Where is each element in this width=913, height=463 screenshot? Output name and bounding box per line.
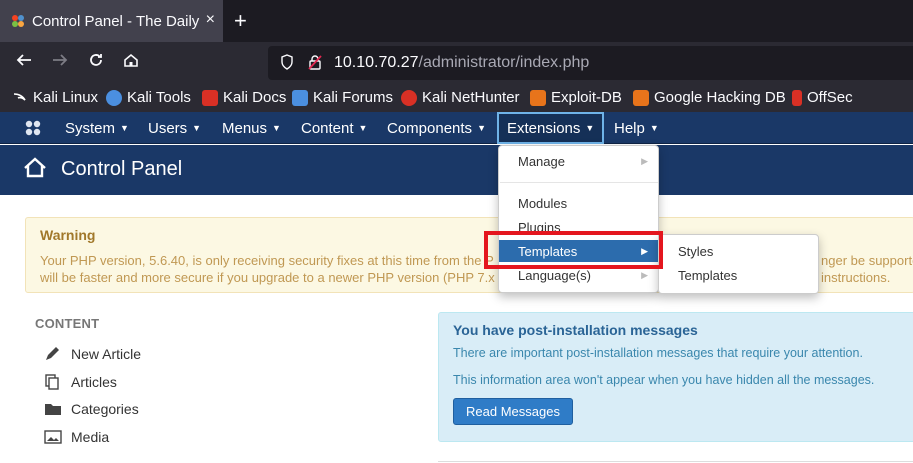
kali-tools-icon <box>106 89 122 106</box>
joomla-logo-icon[interactable] <box>24 119 42 142</box>
menu-content[interactable]: Content ▼ <box>293 112 375 144</box>
submenu-arrow-icon: ▶ <box>641 269 648 280</box>
home-icon[interactable] <box>119 51 143 74</box>
exploit-db-icon <box>530 89 546 106</box>
image-icon <box>44 429 62 445</box>
bookmark-google-hacking-db[interactable]: Google Hacking DB <box>633 89 786 106</box>
bookmark-kali-nethunter[interactable]: Kali NetHunter <box>401 89 520 106</box>
kali-linux-icon <box>12 90 28 106</box>
new-tab-icon[interactable]: + <box>234 8 247 34</box>
warning-line-2-end[interactable]: instructions. <box>821 270 890 285</box>
browser-nav-bar: 10.10.70.27/administrator/index.php <box>0 42 913 84</box>
offsec-icon <box>792 89 802 106</box>
submenu-item-styles[interactable]: Styles <box>659 240 818 262</box>
bookmarks-bar: Kali Linux Kali Tools Kali Docs Kali For… <box>0 84 913 112</box>
menu-system[interactable]: System ▼ <box>57 112 137 144</box>
kali-docs-icon <box>202 89 218 106</box>
warning-line-1-end: nger be supporte <box>821 253 913 268</box>
browser-tab[interactable]: Control Panel - The Daily × <box>0 0 223 42</box>
submenu-arrow-icon: ▶ <box>641 155 648 166</box>
bookmark-kali-tools[interactable]: Kali Tools <box>106 89 191 106</box>
sidebar-item-media[interactable]: Media <box>44 429 109 445</box>
google-hacking-db-icon <box>633 89 649 106</box>
page-title: Control Panel <box>61 158 183 180</box>
bookmark-kali-forums[interactable]: Kali Forums <box>292 89 393 106</box>
home-outline-icon <box>22 156 48 180</box>
post-install-text-1: There are important post-installation me… <box>453 346 863 360</box>
caret-down-icon: ▼ <box>120 123 129 133</box>
caret-down-icon: ▼ <box>585 123 595 133</box>
sidebar-item-categories[interactable]: Categories <box>44 401 139 417</box>
caret-down-icon: ▼ <box>477 123 486 133</box>
caret-down-icon: ▼ <box>649 123 659 133</box>
sidebar-item-new-article[interactable]: New Article <box>44 346 141 362</box>
submenu-item-templates[interactable]: Templates <box>659 264 818 286</box>
sidebar-heading-content: CONTENT <box>35 316 100 331</box>
caret-down-icon: ▼ <box>192 123 202 133</box>
tab-close-icon[interactable]: × <box>206 11 215 29</box>
page-header: Control Panel <box>0 145 913 195</box>
templates-submenu: Styles Templates <box>658 234 819 294</box>
menu-users[interactable]: Users ▼ <box>140 112 209 144</box>
kali-nethunter-icon <box>401 89 417 106</box>
warning-line-2: will be faster and more secure if you up… <box>40 270 495 285</box>
shield-icon[interactable] <box>278 53 296 73</box>
url-path: /administrator/index.php <box>418 54 590 71</box>
extensions-dropdown: Manage ▶ Modules Plugins Templates ▶ Lan… <box>498 145 659 293</box>
reload-icon[interactable] <box>84 51 108 74</box>
bookmark-offsec[interactable]: OffSec <box>792 89 853 106</box>
caret-down-icon: ▼ <box>272 123 281 133</box>
menu-components[interactable]: Components ▼ <box>379 112 494 144</box>
dropdown-item-manage[interactable]: Manage ▶ <box>499 150 658 172</box>
copy-icon <box>44 374 62 390</box>
warning-title: Warning <box>40 227 96 243</box>
back-arrow-icon[interactable] <box>12 51 36 74</box>
url-bar[interactable]: 10.10.70.27/administrator/index.php <box>268 46 913 80</box>
pencil-icon <box>44 346 62 362</box>
caret-down-icon: ▼ <box>358 123 368 133</box>
warning-line-1: Your PHP version, 5.6.40, is only receiv… <box>40 253 494 268</box>
post-install-title: You have post-installation messages <box>453 322 698 338</box>
annotation-highlight-box <box>484 231 663 269</box>
dropdown-divider <box>500 182 658 183</box>
joomla-admin-menu: System ▼ Users ▼ Menus ▼ Content ▼ Component… <box>0 112 913 144</box>
sidebar-item-articles[interactable]: Articles <box>44 374 117 390</box>
joomla-favicon-icon <box>10 13 26 29</box>
bookmark-exploit-db[interactable]: Exploit-DB <box>530 89 622 106</box>
kali-forums-icon <box>292 89 308 106</box>
browser-tab-bar: Control Panel - The Daily × + <box>0 0 913 42</box>
bookmark-kali-linux[interactable]: Kali Linux <box>12 89 98 106</box>
dropdown-item-modules[interactable]: Modules <box>499 192 658 214</box>
folder-icon <box>44 401 62 417</box>
insecure-lock-icon[interactable] <box>306 54 324 73</box>
post-installation-messages: You have post-installation messages Ther… <box>438 312 913 442</box>
menu-extensions[interactable]: Extensions ▼ <box>497 112 605 144</box>
read-messages-button[interactable]: Read Messages <box>453 398 573 425</box>
tab-title: Control Panel - The Daily <box>32 12 200 30</box>
forward-arrow-icon[interactable] <box>48 51 72 74</box>
bookmark-kali-docs[interactable]: Kali Docs <box>202 89 286 106</box>
menu-help[interactable]: Help ▼ <box>606 112 667 144</box>
url-host: 10.10.70.27 <box>334 54 419 71</box>
menu-menus[interactable]: Menus ▼ <box>214 112 289 144</box>
divider <box>438 461 913 462</box>
post-install-text-2: This information area won't appear when … <box>453 373 875 387</box>
